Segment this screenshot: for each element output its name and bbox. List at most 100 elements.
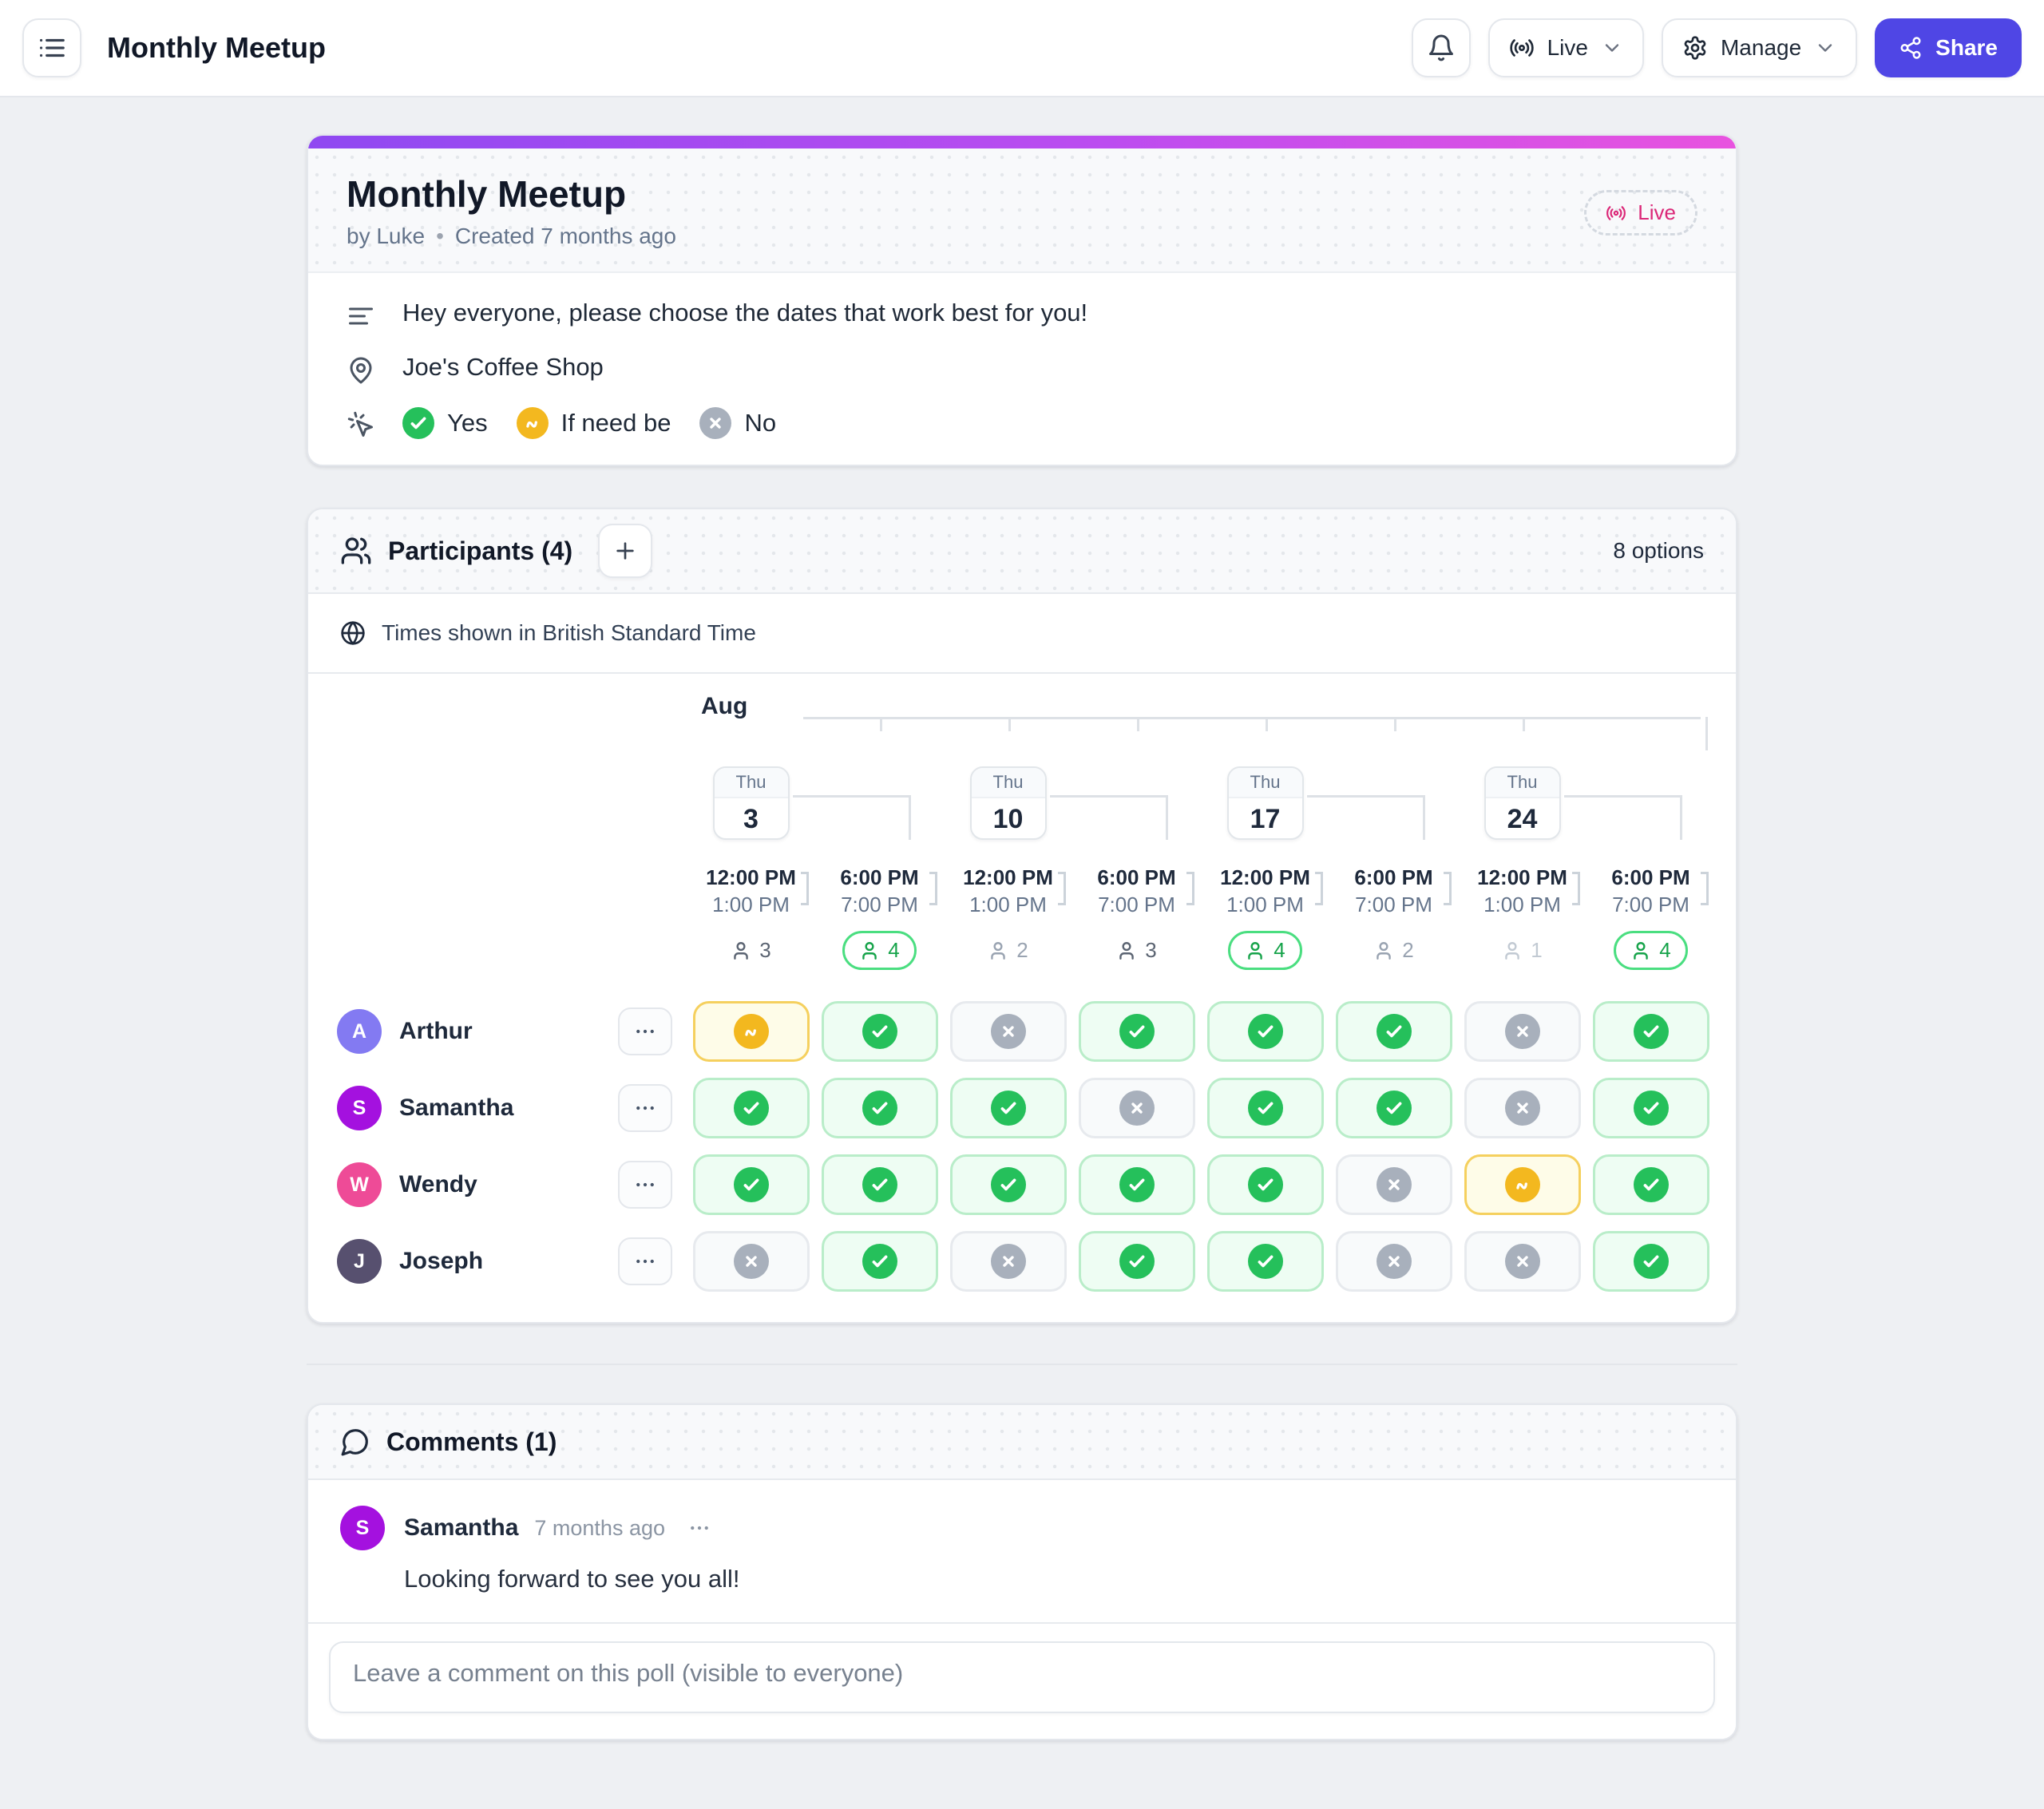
- participant-name-block: W Wendy: [308, 1161, 687, 1209]
- radio-icon: [1606, 203, 1626, 224]
- poll-list-button[interactable]: [22, 18, 81, 77]
- time-slot: 12:00 PM 1:00 PM: [687, 864, 815, 918]
- date-card-day: 24: [1507, 804, 1538, 834]
- comment-input[interactable]: [329, 1641, 1715, 1713]
- no-icon: [1504, 1244, 1540, 1279]
- add-participant-button[interactable]: [598, 524, 653, 578]
- ellipsis-icon: [633, 1173, 657, 1197]
- vote-cell-wrap: [944, 1154, 1072, 1215]
- vote-count-number: 4: [1274, 938, 1285, 962]
- participant-menu-button[interactable]: [618, 1084, 672, 1132]
- poll-description: Hey everyone, please choose the dates th…: [402, 299, 1088, 327]
- user-icon: [859, 940, 880, 961]
- time-range-bracket: [1444, 872, 1452, 905]
- date-card-day: 10: [992, 804, 1024, 834]
- vote-cell-wrap: [815, 1078, 944, 1138]
- poll-title: Monthly Meetup: [347, 173, 627, 215]
- user-icon: [1245, 940, 1266, 961]
- no-icon: [1119, 1091, 1155, 1126]
- participant-menu-button[interactable]: [618, 1007, 672, 1055]
- vote-count-value: 3: [731, 938, 771, 963]
- vote-cell-wrap: [1201, 1231, 1329, 1292]
- manage-dropdown-button[interactable]: Manage: [1661, 18, 1858, 77]
- vote-cell-no: [949, 1001, 1067, 1062]
- notifications-button[interactable]: [1411, 18, 1471, 77]
- no-icon: [990, 1014, 1026, 1049]
- participants-title: Participants (4): [388, 536, 573, 565]
- user-icon: [1630, 940, 1651, 961]
- live-dropdown-button[interactable]: Live: [1487, 18, 1644, 77]
- vote-cell-yes: [821, 1154, 938, 1215]
- vote-cell-wrap: [1201, 1078, 1329, 1138]
- yes-icon: [1633, 1167, 1669, 1202]
- vote-count: 1: [1458, 931, 1586, 970]
- options-count-label: 8 options: [1613, 538, 1704, 563]
- share-button-label: Share: [1935, 35, 1998, 60]
- month-brace-tick: [879, 717, 882, 731]
- users-icon: [340, 535, 372, 567]
- vote-cell-wrap: [1329, 1078, 1458, 1138]
- yes-icon: [1119, 1014, 1155, 1049]
- vote-cell-yes: [1335, 1078, 1452, 1138]
- comment-menu-button[interactable]: [687, 1516, 711, 1540]
- vote-cell-wrap: [815, 1001, 944, 1062]
- poll-created: Created 7 months ago: [454, 224, 676, 248]
- top-bar-actions: Live Manage Share: [1411, 18, 2022, 77]
- vote-cell-yes: [1592, 1154, 1709, 1215]
- vote-cell-wrap: [1329, 1001, 1458, 1062]
- time-slot-end: 1:00 PM: [1483, 893, 1561, 916]
- yes-icon: [1376, 1091, 1412, 1126]
- poll-card-body: Hey everyone, please choose the dates th…: [308, 273, 1736, 465]
- vote-count-value: 4: [1614, 931, 1688, 970]
- time-slot-start: 6:00 PM: [1354, 865, 1433, 889]
- participant-name-block: S Samantha: [308, 1084, 687, 1132]
- month-brace-tick: [1008, 717, 1011, 731]
- vote-cell-yes: [1078, 1154, 1195, 1215]
- vote-count: 2: [1329, 931, 1458, 970]
- date-card-dow: Thu: [714, 768, 788, 798]
- yes-icon: [1633, 1014, 1669, 1049]
- avatar: S: [340, 1506, 385, 1550]
- vote-cell-yes: [821, 1078, 938, 1138]
- yes-icon: [733, 1091, 769, 1126]
- share-button[interactable]: Share: [1875, 18, 2022, 77]
- main-content: Monthly Meetup by Luke • Created 7 month…: [307, 97, 1737, 1807]
- timezone-row: Times shown in British Standard Time: [308, 594, 1736, 674]
- vote-count-value: 4: [1228, 931, 1302, 970]
- top-bar: Monthly Meetup Live Manage Share: [0, 0, 2044, 97]
- legend-label: If need be: [561, 409, 671, 437]
- comment-timestamp: 7 months ago: [534, 1515, 665, 1540]
- vote-cell-no: [1464, 1001, 1581, 1062]
- align-left-icon: [347, 302, 375, 331]
- participant-row: A Arthur: [308, 993, 1736, 1070]
- vote-cell-wrap: [944, 1001, 1072, 1062]
- participant-name: Samantha: [399, 1095, 514, 1121]
- participant-row: S Samantha: [308, 1070, 1736, 1146]
- vote-count-number: 3: [1145, 938, 1157, 962]
- yes-icon: [990, 1167, 1026, 1202]
- vote-cell-wrap: [1201, 1001, 1329, 1062]
- live-badge-label: Live: [1638, 200, 1676, 224]
- vote-cell-wrap: [815, 1231, 944, 1292]
- vote-count: 4: [1586, 931, 1715, 970]
- time-slot-end: 7:00 PM: [1355, 893, 1432, 916]
- participant-row: J Joseph: [308, 1223, 1736, 1300]
- page-title: Monthly Meetup: [107, 31, 326, 64]
- month-brace-tick: [1393, 717, 1396, 731]
- vote-cell-wrap: [1072, 1001, 1201, 1062]
- timezone-label: Times shown in British Standard Time: [382, 620, 756, 645]
- participant-menu-button[interactable]: [618, 1161, 672, 1209]
- vote-cell-yes: [821, 1231, 938, 1292]
- yes-icon: [862, 1167, 897, 1202]
- month-brace-tick: [1136, 717, 1139, 731]
- comment-author: Samantha: [404, 1514, 519, 1541]
- poll-card: Monthly Meetup by Luke • Created 7 month…: [307, 134, 1737, 466]
- date-card-day: 3: [743, 804, 759, 834]
- no-icon: [990, 1244, 1026, 1279]
- vote-cell-no: [1335, 1231, 1452, 1292]
- participant-menu-button[interactable]: [618, 1237, 672, 1285]
- month-brace-end: [1705, 717, 1708, 750]
- date-card-dow: Thu: [1485, 768, 1559, 798]
- participants-header-left: Participants (4): [340, 524, 653, 578]
- share-icon: [1899, 36, 1923, 60]
